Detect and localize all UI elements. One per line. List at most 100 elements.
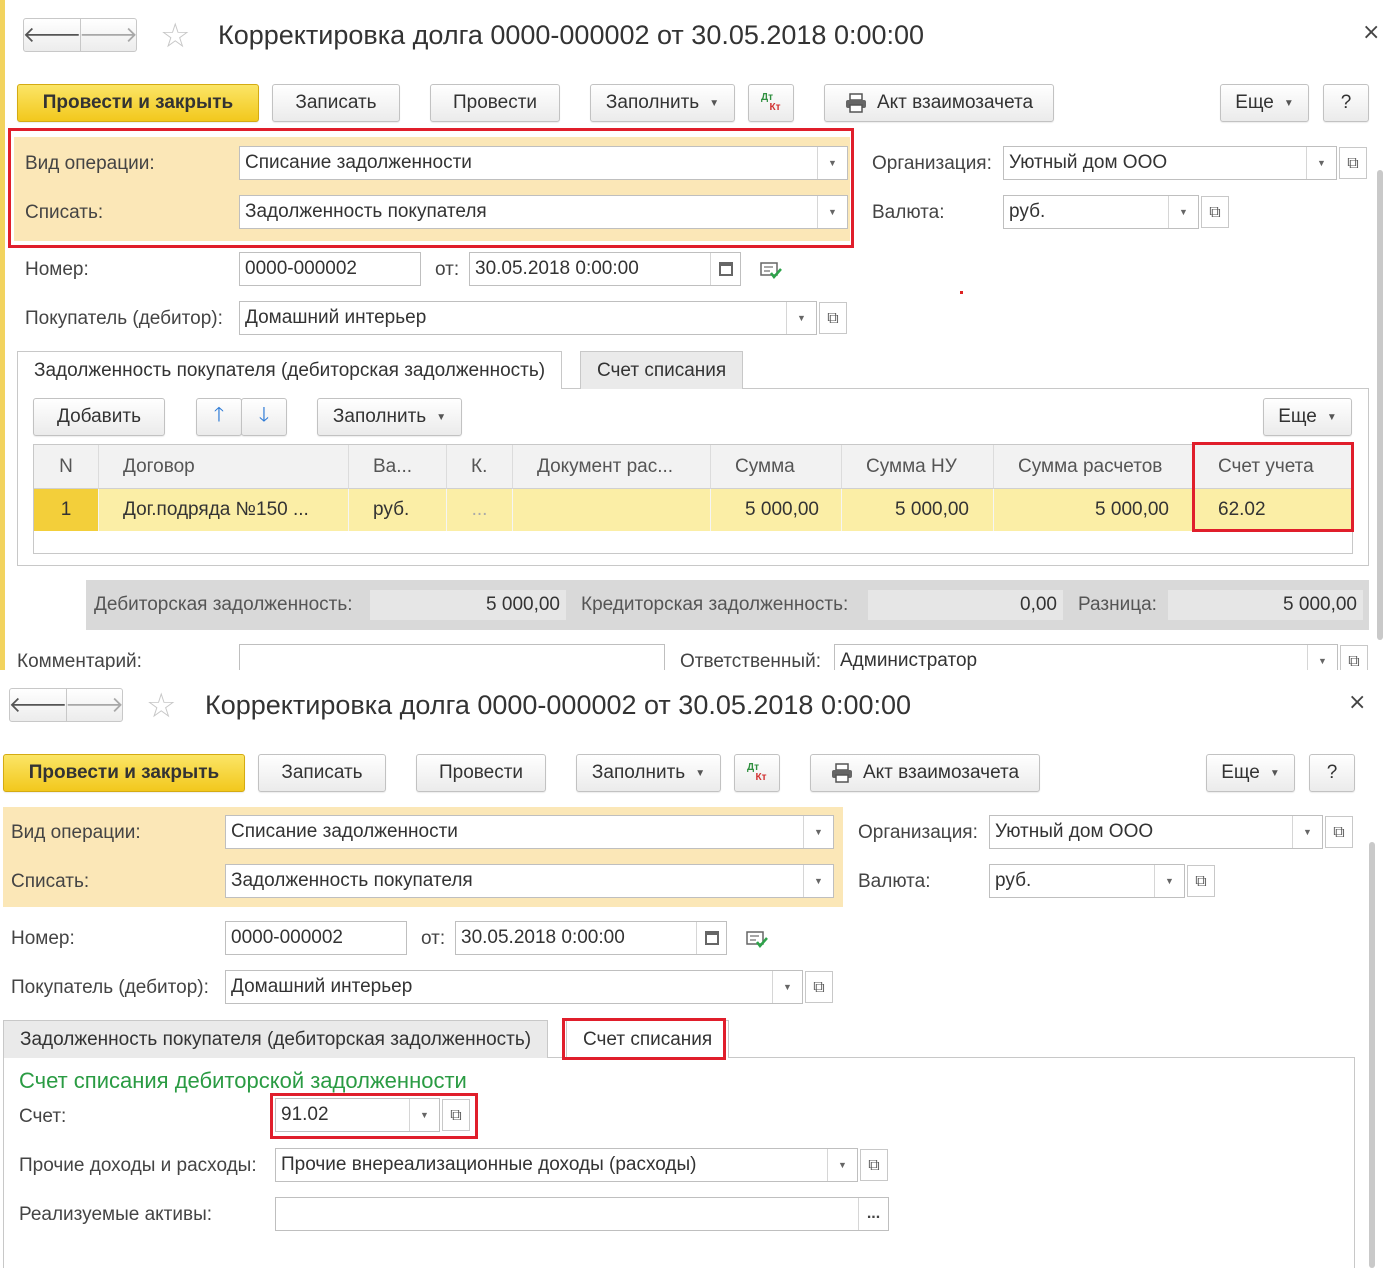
post-and-close-button[interactable]: Провести и закрыть: [3, 754, 245, 792]
back-arrow-icon[interactable]: 🡐: [9, 689, 68, 721]
close-icon[interactable]: ×: [1348, 690, 1366, 715]
fill-button[interactable]: Заполнить ▼: [576, 754, 721, 792]
more-button[interactable]: Еще ▼: [1206, 754, 1295, 792]
col-contract[interactable]: Договор: [99, 445, 349, 489]
post-and-close-button[interactable]: Провести и закрыть: [17, 84, 259, 122]
currency-field[interactable]: руб. ▼: [989, 864, 1185, 898]
save-button[interactable]: Записать: [258, 754, 386, 792]
forward-arrow-icon[interactable]: 🡒: [79, 19, 138, 51]
operation-field[interactable]: Списание задолженности ▼: [225, 815, 834, 849]
col-settlement-amount[interactable]: Сумма расчетов: [994, 445, 1194, 489]
chevron-down-icon[interactable]: ▼: [1306, 147, 1336, 179]
post-button[interactable]: Провести: [416, 754, 546, 792]
responsible-field[interactable]: Администратор ▼: [834, 644, 1338, 670]
move-up-icon[interactable]: 🡑: [196, 398, 242, 436]
cell-n[interactable]: 1: [34, 489, 99, 531]
cell-amount-nu[interactable]: 5 000,00: [842, 489, 994, 531]
buyer-field[interactable]: Домашний интерьер ▼: [225, 970, 803, 1004]
org-field[interactable]: Уютный дом ООО ▼: [989, 815, 1323, 849]
writeoff-field[interactable]: Задолженность покупателя ▼: [225, 864, 834, 898]
col-settlement-doc[interactable]: Документ рас...: [513, 445, 711, 489]
document-check-icon[interactable]: [746, 930, 768, 948]
back-arrow-icon[interactable]: 🡐: [23, 19, 82, 51]
open-currency-icon[interactable]: ⧉: [1187, 865, 1215, 897]
col-currency[interactable]: Ва...: [349, 445, 447, 489]
cell-k[interactable]: ...: [447, 489, 513, 531]
offset-act-button[interactable]: Акт взаимозачета: [810, 754, 1040, 792]
help-button[interactable]: ?: [1309, 754, 1355, 792]
difference-value: 5 000,00: [1168, 590, 1363, 620]
table-fill-button[interactable]: Заполнить ▼: [317, 398, 462, 436]
date-label: от:: [435, 259, 460, 280]
chevron-down-icon[interactable]: ▼: [803, 865, 833, 897]
open-org-icon[interactable]: ⧉: [1339, 147, 1367, 179]
open-org-icon[interactable]: ⧉: [1325, 816, 1353, 848]
add-row-button[interactable]: Добавить: [33, 398, 165, 436]
chevron-down-icon[interactable]: ▼: [1307, 645, 1337, 670]
calendar-icon[interactable]: [696, 922, 726, 954]
tab-receivables[interactable]: Задолженность покупателя (дебиторская за…: [17, 351, 563, 389]
window-title: Корректировка долга 0000-000002 от 30.05…: [218, 20, 925, 50]
table-fill-label: Заполнить: [332, 406, 427, 427]
favorite-star-icon[interactable]: ☆: [146, 689, 176, 723]
cell-amount[interactable]: 5 000,00: [711, 489, 842, 531]
open-responsible-icon[interactable]: ⧉: [1340, 645, 1368, 670]
favorite-star-icon[interactable]: ☆: [160, 19, 190, 53]
comment-field[interactable]: [239, 644, 665, 670]
dt-kt-button[interactable]: Дт Кт: [748, 84, 794, 122]
printer-icon: [845, 93, 866, 113]
table-more-button[interactable]: Еще ▼: [1263, 398, 1352, 436]
buyer-field[interactable]: Домашний интерьер ▼: [239, 301, 817, 335]
chevron-down-icon[interactable]: ▼: [1154, 865, 1184, 897]
offset-act-button[interactable]: Акт взаимозачета: [824, 84, 1054, 122]
scrollbar[interactable]: [1369, 842, 1375, 1268]
operation-label: Вид операции:: [11, 822, 141, 843]
close-icon[interactable]: ×: [1362, 20, 1380, 45]
chevron-down-icon[interactable]: ▼: [772, 971, 802, 1003]
dt-kt-button[interactable]: Дт Кт: [734, 754, 780, 792]
org-field[interactable]: Уютный дом ООО ▼: [1003, 146, 1337, 180]
col-amount[interactable]: Сумма: [711, 445, 842, 489]
chevron-down-icon[interactable]: ▼: [1168, 196, 1198, 228]
more-button[interactable]: Еще ▼: [1220, 84, 1309, 122]
forward-arrow-icon[interactable]: 🡒: [65, 689, 124, 721]
cell-contract[interactable]: Дог.подряда №150 ...: [99, 489, 349, 531]
cell-settlement-doc[interactable]: [513, 489, 711, 531]
chevron-down-icon[interactable]: ▼: [827, 1149, 857, 1181]
open-currency-icon[interactable]: ⧉: [1201, 196, 1229, 228]
tab-receivables[interactable]: Задолженность покупателя (дебиторская за…: [3, 1020, 549, 1058]
window-panel-bottom: 🡐 🡒 ☆ Корректировка долга 0000-000002 от…: [0, 670, 1384, 1268]
scrollbar[interactable]: [1377, 170, 1383, 640]
save-button[interactable]: Записать: [272, 84, 400, 122]
document-check-icon[interactable]: [760, 261, 782, 279]
org-label: Организация:: [872, 153, 992, 174]
col-k[interactable]: К.: [447, 445, 513, 489]
cell-settlement-amount[interactable]: 5 000,00: [994, 489, 1194, 531]
cell-currency[interactable]: руб.: [349, 489, 447, 531]
other-income-field[interactable]: Прочие внереализационные доходы (расходы…: [275, 1148, 858, 1182]
chevron-down-icon[interactable]: ▼: [786, 302, 816, 334]
fill-button[interactable]: Заполнить ▼: [590, 84, 735, 122]
help-button[interactable]: ?: [1323, 84, 1369, 122]
move-down-icon[interactable]: 🡓: [241, 398, 287, 436]
number-field[interactable]: 0000-000002: [225, 921, 407, 955]
open-buyer-icon[interactable]: ⧉: [819, 302, 847, 334]
calendar-icon[interactable]: [710, 253, 740, 285]
chevron-down-icon[interactable]: ▼: [803, 816, 833, 848]
number-field[interactable]: 0000-000002: [239, 252, 421, 286]
open-other-income-icon[interactable]: ⧉: [860, 1149, 888, 1181]
select-assets-button[interactable]: ...: [858, 1198, 888, 1230]
account-label: Счет:: [19, 1106, 67, 1127]
post-button[interactable]: Провести: [430, 84, 560, 122]
chevron-down-icon: ▼: [695, 767, 706, 779]
tab-writeoff-account[interactable]: Счет списания: [580, 351, 744, 389]
date-field[interactable]: 30.05.2018 0:00:00: [469, 252, 741, 286]
assets-field[interactable]: ...: [275, 1197, 889, 1231]
col-amount-nu[interactable]: Сумма НУ: [842, 445, 994, 489]
col-n[interactable]: N: [34, 445, 99, 489]
currency-field[interactable]: руб. ▼: [1003, 195, 1199, 229]
number-label: Номер:: [11, 928, 75, 949]
open-buyer-icon[interactable]: ⧉: [805, 971, 833, 1003]
chevron-down-icon[interactable]: ▼: [1292, 816, 1322, 848]
date-field[interactable]: 30.05.2018 0:00:00: [455, 921, 727, 955]
